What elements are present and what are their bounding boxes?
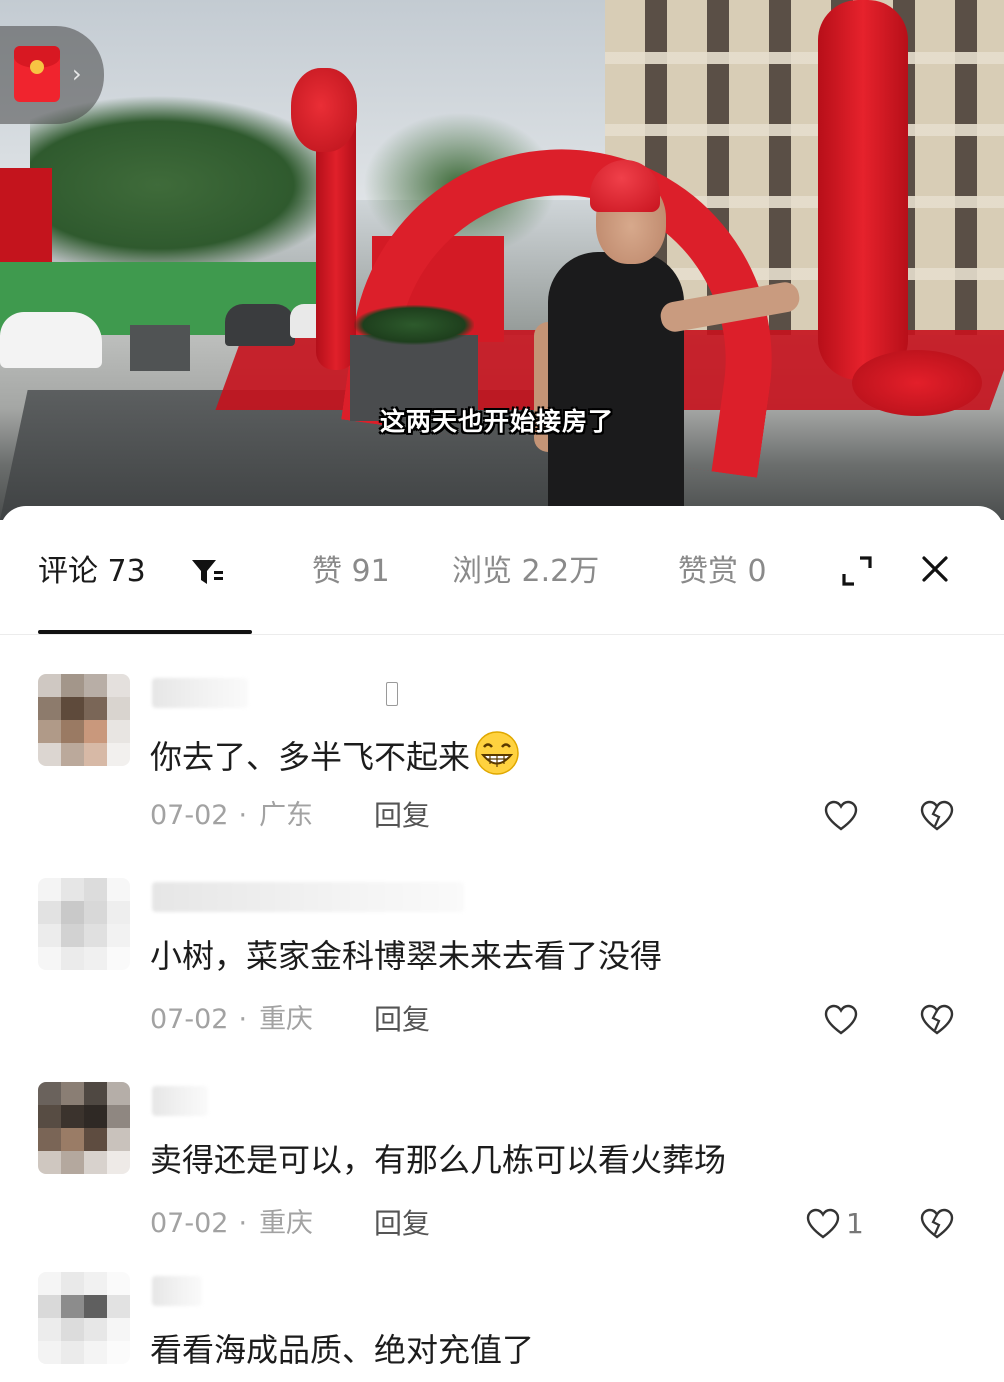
username[interactable] bbox=[152, 1276, 202, 1306]
like-count: 1 bbox=[846, 1207, 864, 1240]
comment-text: 小树，菜家金科博翠未来去看了没得 bbox=[150, 937, 663, 975]
comment-date: 07-02 bbox=[150, 1208, 229, 1239]
username[interactable] bbox=[152, 678, 248, 708]
comment-item: 你去了、多半飞不起来 07-02 · 广东 回复 bbox=[0, 674, 1004, 878]
broken-heart-icon[interactable] bbox=[920, 1208, 954, 1240]
username[interactable] bbox=[152, 1086, 208, 1116]
video-planter bbox=[130, 325, 190, 371]
video-car bbox=[225, 304, 295, 346]
tab-divider bbox=[0, 634, 1004, 635]
video-person bbox=[548, 252, 684, 520]
reply-button[interactable]: 回复 bbox=[374, 1206, 430, 1242]
video-subtitle: 这两天也开始接房了 bbox=[380, 407, 615, 436]
comment-meta: 07-02 · 重庆 bbox=[150, 1208, 314, 1239]
comment-item: 卖得还是可以，有那么几栋可以看火葬场 07-02 · 重庆 回复 1 bbox=[0, 1082, 1004, 1286]
filter-icon[interactable] bbox=[190, 556, 224, 588]
avatar[interactable] bbox=[38, 674, 130, 766]
video-red-wall bbox=[0, 168, 52, 268]
comment-location: 重庆 bbox=[259, 1004, 314, 1035]
tab-rewards[interactable]: 赞赏 0 bbox=[678, 552, 767, 592]
avatar[interactable] bbox=[38, 1272, 130, 1364]
comment-text: 卖得还是可以，有那么几栋可以看火葬场 bbox=[150, 1141, 727, 1179]
avatar[interactable] bbox=[38, 878, 130, 970]
badge-icon bbox=[386, 682, 398, 706]
comment-tabs: 评论 73 赞 91 浏览 2.2万 赞赏 0 bbox=[0, 506, 1004, 634]
red-envelope-icon bbox=[14, 46, 60, 102]
comment-date: 07-02 bbox=[150, 800, 229, 831]
comment-location: 广东 bbox=[259, 800, 314, 831]
comment-meta: 07-02 · 广东 bbox=[150, 800, 314, 831]
video-car bbox=[0, 312, 102, 368]
heart-icon[interactable] bbox=[824, 800, 858, 832]
grin-emoji-icon bbox=[475, 731, 519, 775]
close-icon[interactable] bbox=[918, 552, 952, 586]
broken-heart-icon[interactable] bbox=[920, 800, 954, 832]
video-inflatable-base bbox=[852, 350, 982, 416]
heart-icon[interactable] bbox=[806, 1208, 840, 1240]
red-packet-button[interactable]: › bbox=[0, 26, 104, 124]
tab-comments[interactable]: 评论 73 bbox=[38, 552, 146, 592]
comment-date: 07-02 bbox=[150, 1004, 229, 1035]
comment-text: 你去了、多半飞不起来 bbox=[150, 730, 522, 779]
comment-text: 看看海成品质、绝对充值了 bbox=[150, 1331, 535, 1369]
tab-views[interactable]: 浏览 2.2万 bbox=[452, 552, 599, 592]
chevron-right-icon: › bbox=[72, 60, 82, 88]
expand-icon[interactable] bbox=[840, 554, 874, 588]
broken-heart-icon[interactable] bbox=[920, 1004, 954, 1036]
video-player[interactable]: 这两天也开始接房了 › bbox=[0, 0, 1004, 520]
reply-button[interactable]: 回复 bbox=[374, 798, 430, 834]
video-inflatable-pillar bbox=[818, 0, 908, 380]
tab-likes[interactable]: 赞 91 bbox=[312, 552, 390, 592]
username[interactable] bbox=[152, 882, 464, 912]
comment-location: 重庆 bbox=[259, 1208, 314, 1239]
comment-item: 小树，菜家金科博翠未来去看了没得 07-02 · 重庆 回复 bbox=[0, 878, 1004, 1082]
avatar[interactable] bbox=[38, 1082, 130, 1174]
heart-icon[interactable] bbox=[824, 1004, 858, 1036]
reply-button[interactable]: 回复 bbox=[374, 1002, 430, 1038]
comment-meta: 07-02 · 重庆 bbox=[150, 1004, 314, 1035]
comment-sheet: 评论 73 赞 91 浏览 2.2万 赞赏 0 你去了、多半飞不起来 07-02… bbox=[0, 506, 1004, 1382]
comment-item: 看看海成品质、绝对充值了 bbox=[0, 1272, 1004, 1382]
video-lantern bbox=[291, 68, 357, 152]
